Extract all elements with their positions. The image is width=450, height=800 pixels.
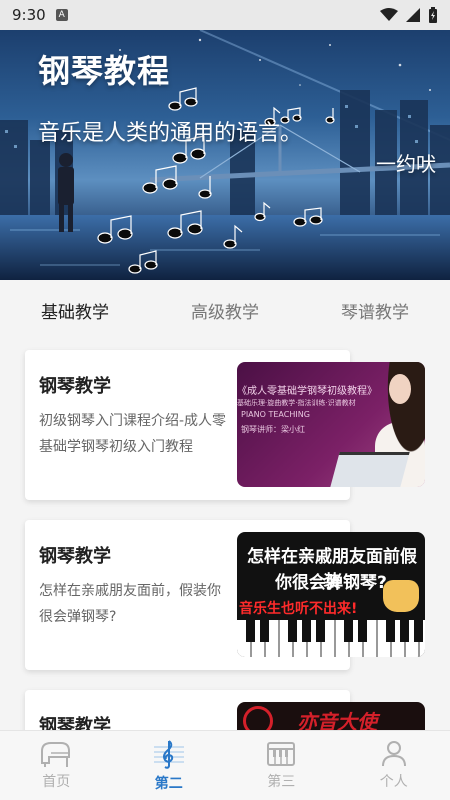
keyboard-icon	[267, 742, 296, 766]
thumbnail-text: 钢琴讲师：梁小红	[241, 425, 305, 434]
thumbnail-text: PIANO TEACHING	[241, 410, 310, 419]
signal-icon	[406, 8, 420, 22]
battery-icon	[429, 7, 437, 23]
hero-banner[interactable]: 钢琴教程 音乐是人类的通用的语言。 一约吠	[0, 30, 450, 280]
card-title: 钢琴教学	[39, 716, 111, 730]
wifi-icon	[380, 8, 398, 21]
status-bar: 9:30 A	[0, 0, 450, 30]
piano-icon	[41, 742, 71, 767]
card-thumbnail[interactable]: 怎样在亲戚朋友面前假装 你很会弹钢琴? 音乐生也听不出来!	[237, 532, 425, 657]
thumbnail-text: 基础乐理·旋曲教学·指法训练·识谱教材	[237, 399, 356, 407]
banner-quote: 音乐是人类的通用的语言。	[38, 121, 303, 146]
nav-label: 第二	[154, 776, 183, 792]
thumbnail-text: 音乐生也听不出来!	[239, 601, 358, 617]
tab-bar: 基础教学 高级教学 琴谱教学	[0, 280, 450, 340]
tab-advanced[interactable]: 高级教学	[150, 298, 300, 323]
card-description: 怎样在亲戚朋友面前，假装你很会弹钢琴?	[39, 583, 221, 625]
thumbnail-text: 亦音大使	[297, 710, 377, 730]
status-time: 9:30	[12, 6, 46, 24]
card-description: 初级钢琴入门课程介绍-成人零基础学钢琴初级入门教程	[39, 413, 227, 455]
tab-sheet-music[interactable]: 琴谱教学	[300, 298, 450, 323]
card-thumbnail[interactable]: 亦音大使	[237, 702, 425, 730]
thumbnail-text: 《成人零基础学钢琴初级教程》	[237, 386, 377, 397]
banner-signature: 一约吠	[376, 152, 436, 176]
instructor-face	[389, 374, 411, 404]
treble-clef-icon	[153, 740, 184, 769]
piano-keys-image	[237, 620, 425, 657]
nav-home[interactable]: 首页	[0, 731, 113, 800]
nav-label: 首页	[42, 774, 71, 790]
person-icon	[381, 741, 406, 767]
notification-badge-icon: A	[55, 9, 68, 21]
cat-sticker-icon	[383, 580, 419, 612]
bottom-nav: 首页 第二 第三 个人	[0, 730, 450, 800]
nav-third[interactable]: 第三	[225, 731, 338, 800]
nav-label: 第三	[267, 774, 296, 790]
card-thumbnail[interactable]: 《成人零基础学钢琴初级教程》 基础乐理·旋曲教学·指法训练·识谱教材 PIANO…	[237, 362, 425, 487]
tab-basic[interactable]: 基础教学	[0, 298, 150, 323]
nav-profile[interactable]: 个人	[338, 731, 450, 800]
card-title: 钢琴教学	[39, 376, 111, 397]
channel-logo-icon	[243, 706, 273, 730]
nav-second[interactable]: 第二	[113, 731, 226, 800]
card-title: 钢琴教学	[39, 546, 111, 567]
nav-label: 个人	[379, 774, 408, 790]
banner-title: 钢琴教程	[38, 52, 171, 90]
piano-keys-image	[330, 452, 410, 487]
lesson-list[interactable]: 钢琴教学 初级钢琴入门课程介绍-成人零基础学钢琴初级入门教程 《成人零基础学钢琴…	[0, 340, 450, 730]
